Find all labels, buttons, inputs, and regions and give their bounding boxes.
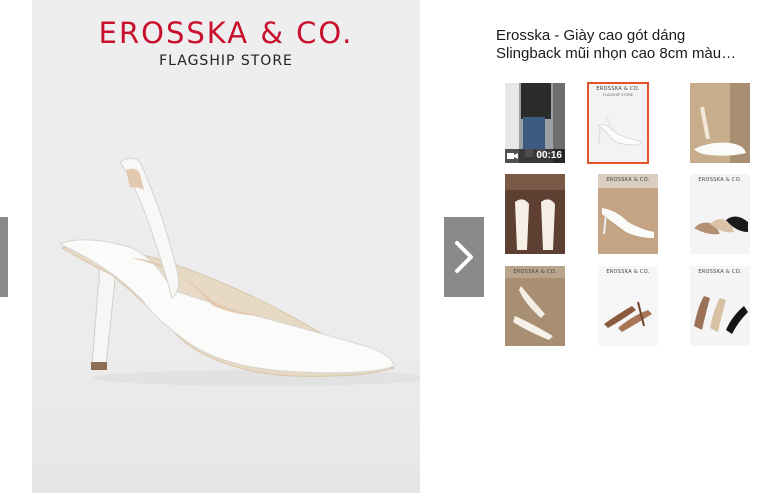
store-tagline: FLAGSHIP STORE [159,53,293,69]
thumbnail-shoe-image [597,114,641,146]
thumbnail-6[interactable]: EROSSKA & CO. [690,174,750,254]
brand-logo: EROSSKA & CO. [98,16,354,50]
chevron-right-icon [455,241,473,273]
thumbnail-shoe-image [694,296,748,334]
video-duration: 00:16 [536,150,562,161]
thumbnail-main-selected[interactable]: EROSSKA & CO. FLAGSHIP STORE [587,82,649,164]
video-camera-icon [507,153,518,159]
main-product-image[interactable]: EROSSKA & CO. FLAGSHIP STORE [32,0,420,493]
slingback-shoe-image [58,157,420,386]
thumbnail-8[interactable]: EROSSKA & CO. [598,266,658,346]
thumbnail-shoe-image [598,188,658,254]
thumbnail-shoe-image [505,174,565,254]
product-title-line-1: Erosska - Giày cao gót dáng [496,27,686,44]
product-title-line-2: Slingback mũi nhọn cao 8cm màu… [496,45,737,62]
thumbnail-7[interactable]: EROSSKA & CO. [505,266,565,346]
previous-image-button[interactable] [0,217,8,297]
thumbnail-shoe-image [505,278,565,346]
thumbnail-5[interactable]: EROSSKA & CO. [598,174,658,254]
thumbnail-brand: EROSSKA & CO. [596,86,640,92]
thumbnail-shoe-image [604,301,652,332]
thumbnail-4[interactable] [505,174,565,254]
thumbnail-shoe-image [694,216,748,235]
thumbnail-9[interactable]: EROSSKA & CO. [690,266,750,346]
thumbnail-video[interactable]: 00:16 [505,83,565,163]
video-duration-bar: 00:16 [505,149,565,163]
thumbnail-3[interactable] [690,83,750,163]
thumbnail-shoe-image [690,83,750,163]
product-title: Erosska - Giày cao gót dáng Slingback mũ… [496,27,771,63]
next-image-button[interactable] [444,217,484,297]
thumbnail-tagline: FLAGSHIP STORE [603,93,633,97]
